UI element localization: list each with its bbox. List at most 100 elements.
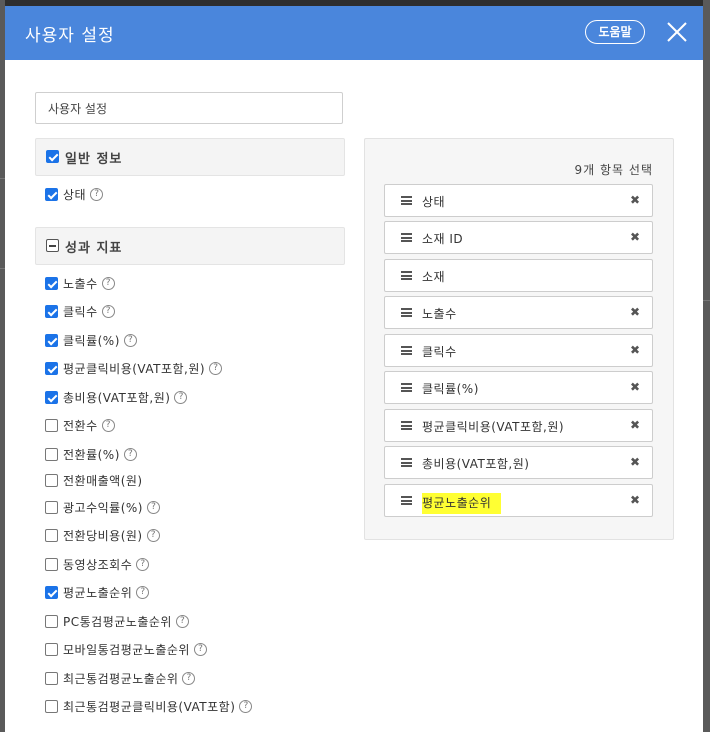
checkbox-item[interactable]: 동영상조회수? — [45, 555, 150, 573]
checkbox-item[interactable]: 전환매출액(원) — [45, 471, 143, 489]
section-performance[interactable]: 성과 지표 — [35, 227, 345, 265]
settings-name-input[interactable] — [35, 92, 343, 124]
drag-handle-icon[interactable] — [401, 271, 412, 280]
drag-handle-icon[interactable] — [401, 496, 412, 505]
drag-handle-icon[interactable] — [401, 196, 412, 205]
help-question-icon[interactable]: ? — [123, 333, 137, 347]
checkbox-item[interactable]: 광고수익률(%)? — [45, 498, 160, 516]
remove-icon[interactable]: ✖ — [630, 193, 640, 207]
checkbox-item[interactable]: 노출수? — [45, 274, 115, 292]
checkbox-item[interactable]: 최근통검평균클릭비용(VAT포함)? — [45, 697, 253, 715]
help-question-icon[interactable]: ? — [182, 671, 196, 685]
modal-header: 사용자 설정 도움말 — [5, 6, 703, 60]
checkbox[interactable] — [45, 585, 58, 599]
help-question-icon[interactable]: ? — [146, 528, 160, 542]
drag-handle-icon[interactable] — [401, 308, 412, 317]
checkbox[interactable] — [45, 276, 58, 290]
remove-icon[interactable]: ✖ — [630, 493, 640, 507]
checkbox-label: 전환당비용(원) — [63, 528, 143, 543]
help-question-icon[interactable]: ? — [146, 500, 160, 514]
checkbox-item[interactable]: 전환수? — [45, 416, 115, 434]
checkbox[interactable] — [45, 699, 58, 713]
remove-icon[interactable]: ✖ — [630, 230, 640, 244]
checkbox-item[interactable]: PC통검평균노출순위? — [45, 612, 189, 630]
help-question-icon[interactable]: ? — [136, 585, 150, 599]
remove-icon[interactable]: ✖ — [630, 380, 640, 394]
help-question-icon[interactable]: ? — [123, 447, 137, 461]
checkbox[interactable] — [45, 614, 58, 628]
selected-column-item[interactable]: 클릭수 ✖ — [384, 334, 653, 367]
checkbox-label: 최근통검평균클릭비용(VAT포함) — [63, 699, 236, 714]
checkbox[interactable] — [45, 333, 58, 347]
checkbox[interactable] — [45, 642, 58, 656]
checkbox-item[interactable]: 전환률(%)? — [45, 445, 137, 463]
drag-handle-icon[interactable] — [401, 383, 412, 392]
selected-column-label: 클릭률(%) — [422, 382, 479, 396]
help-question-icon[interactable]: ? — [174, 390, 188, 404]
checkbox-label: 클릭수 — [63, 304, 98, 319]
checkbox-label: 총비용(VAT포함,원) — [63, 390, 171, 405]
section-performance-checkbox[interactable] — [46, 239, 59, 252]
selected-column-item[interactable]: 클릭률(%) ✖ — [384, 371, 653, 404]
checkbox-item[interactable]: 모바일통검평균노출순위? — [45, 640, 207, 658]
checkbox-item[interactable]: 상태 ? — [45, 185, 104, 203]
help-question-icon[interactable]: ? — [101, 276, 115, 290]
selected-column-label: 평균클릭비용(VAT포함,원) — [422, 420, 565, 434]
selected-column-item[interactable]: 평균클릭비용(VAT포함,원) ✖ — [384, 409, 653, 442]
help-question-icon[interactable]: ? — [90, 187, 104, 201]
checkbox-label: 상태 — [63, 187, 87, 202]
selected-column-item[interactable]: 평균노출순위 ✖ — [384, 484, 653, 517]
help-question-icon[interactable]: ? — [193, 642, 207, 656]
drag-handle-icon[interactable] — [401, 233, 412, 242]
help-question-icon[interactable]: ? — [101, 418, 115, 432]
checkbox[interactable] — [45, 500, 58, 514]
checkbox[interactable] — [45, 671, 58, 685]
checkbox-label: 전환률(%) — [63, 447, 120, 462]
checkbox[interactable] — [45, 418, 58, 432]
checkbox[interactable] — [45, 447, 58, 461]
help-question-icon[interactable]: ? — [175, 614, 189, 628]
checkbox[interactable] — [45, 187, 58, 201]
drag-handle-icon[interactable] — [401, 421, 412, 430]
help-question-icon[interactable]: ? — [239, 699, 253, 713]
help-question-icon[interactable]: ? — [209, 361, 223, 375]
checkbox-label: 전환매출액(원) — [63, 473, 143, 488]
checkbox-item[interactable]: 최근통검평균노출순위? — [45, 669, 196, 687]
help-question-icon[interactable]: ? — [136, 557, 150, 571]
checkbox[interactable] — [45, 304, 58, 318]
selected-column-item[interactable]: 상태 ✖ — [384, 184, 653, 217]
checkbox-item[interactable]: 전환당비용(원)? — [45, 526, 160, 544]
checkbox-item[interactable]: 클릭률(%)? — [45, 331, 137, 349]
remove-icon[interactable]: ✖ — [630, 418, 640, 432]
checkbox-item[interactable]: 평균클릭비용(VAT포함,원)? — [45, 359, 223, 377]
user-settings-modal: 사용자 설정 도움말 일반 정보 상태 ? 성과 지표 노출수?클릭수?클릭률(… — [5, 6, 703, 732]
drag-handle-icon[interactable] — [401, 458, 412, 467]
section-general-info[interactable]: 일반 정보 — [35, 138, 345, 176]
checkbox[interactable] — [45, 557, 58, 571]
selected-column-item[interactable]: 총비용(VAT포함,원) ✖ — [384, 446, 653, 479]
selected-column-item[interactable]: 노출수 ✖ — [384, 296, 653, 329]
help-question-icon[interactable]: ? — [101, 304, 115, 318]
modal-title: 사용자 설정 — [25, 26, 115, 46]
checkbox-label: 노출수 — [63, 276, 98, 291]
checkbox[interactable] — [45, 361, 58, 375]
section-general-checkbox[interactable] — [46, 150, 59, 163]
help-button[interactable]: 도움말 — [585, 20, 645, 44]
checkbox-item[interactable]: 클릭수? — [45, 302, 115, 320]
checkbox-label: PC통검평균노출순위 — [63, 614, 172, 629]
drag-handle-icon[interactable] — [401, 346, 412, 355]
checkbox-label: 클릭률(%) — [63, 333, 120, 348]
checkbox[interactable] — [45, 390, 58, 404]
section-general-label: 일반 정보 — [65, 152, 123, 167]
checkbox-item[interactable]: 총비용(VAT포함,원)? — [45, 388, 188, 406]
selected-column-item[interactable]: 소재 ID ✖ — [384, 221, 653, 254]
remove-icon[interactable]: ✖ — [630, 305, 640, 319]
close-icon[interactable] — [665, 20, 689, 44]
remove-icon[interactable]: ✖ — [630, 343, 640, 357]
checkbox[interactable] — [45, 528, 58, 542]
remove-icon[interactable]: ✖ — [630, 455, 640, 469]
checkbox-item[interactable]: 평균노출순위? — [45, 583, 150, 601]
selected-column-label: 소재 ID — [422, 232, 464, 246]
selected-column-item[interactable]: 소재 — [384, 259, 653, 292]
checkbox[interactable] — [45, 473, 58, 487]
